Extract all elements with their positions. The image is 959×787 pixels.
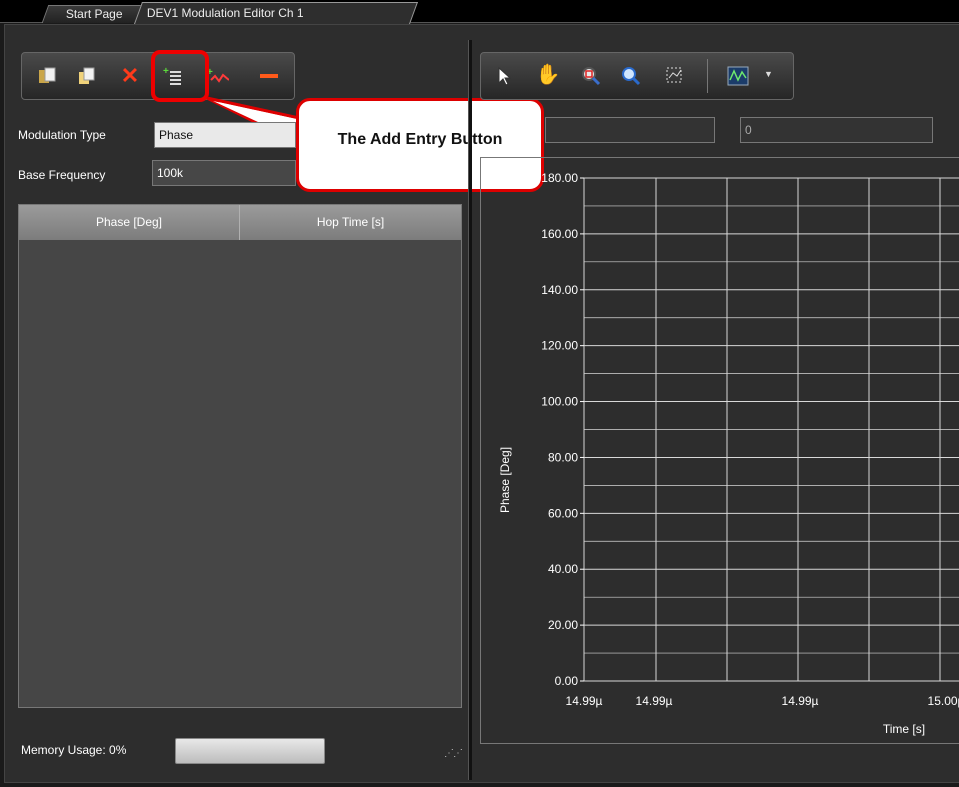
tab-modulation-editor[interactable]: DEV1 Modulation Editor Ch 1 [133,2,419,24]
chart-grid [583,177,959,682]
y-tick-label: 140.00 [541,283,578,297]
range-max-value: 0 [745,123,752,137]
callout-text: The Add Entry Button [337,131,503,148]
y-axis-ticks: 0.00 20.00 40.00 60.00 80.00 100.00 120.00 140.… [541,171,584,688]
x-tick-label: 14.99µ [566,694,603,708]
toolbar-separator [707,59,708,93]
dropdown-arrow-icon[interactable]: ▼ [764,69,773,79]
add-entry-highlight [151,50,209,102]
column-header-phase[interactable]: Phase [Deg] [19,205,240,240]
y-tick-label: 160.00 [541,227,578,241]
add-waveform-icon[interactable]: + [207,65,229,87]
modulation-type-value: Phase [159,128,194,142]
copy-icon[interactable] [76,65,98,87]
splitter[interactable] [468,40,472,780]
base-frequency-value: 100k [157,166,184,180]
x-tick-label: 14.99µ [782,694,819,708]
x-tick-label: 14.99µ [636,694,673,708]
y-tick-label: 0.00 [555,674,579,688]
modulation-type-select[interactable]: Phase [154,122,296,148]
chart-style-icon[interactable] [727,65,749,87]
y-tick-label: 80.00 [548,450,578,464]
remove-icon[interactable] [258,65,280,87]
y-tick-label: 100.00 [541,395,578,409]
zoom-box-icon[interactable] [580,65,602,87]
tab-start-page-label: Start Page [65,7,123,21]
tab-strip: Start Page DEV1 Modulation Editor Ch 1 [0,0,959,24]
range-max-field[interactable]: 0 [740,117,933,143]
base-frequency-field[interactable]: 100k [152,160,296,186]
tab-start-page[interactable]: Start Page [41,5,147,23]
y-tick-label: 120.00 [541,339,578,353]
y-tick-label: 40.00 [548,562,578,576]
memory-usage-label: Memory Usage: 0% [21,743,127,757]
paste-icon[interactable] [36,65,58,87]
x-axis-label: Time [s] [883,722,925,736]
chart-toolbar: ✋ ▼ [480,52,794,100]
zoom-icon[interactable] [620,65,642,87]
tab-modulation-editor-label: DEV1 Modulation Editor Ch 1 [146,6,304,20]
entries-table[interactable]: Phase [Deg] Hop Time [s] [18,204,462,708]
x-tick-label: 15.00µ [928,694,959,708]
table-header: Phase [Deg] Hop Time [s] [19,205,461,240]
pan-hand-icon[interactable]: ✋ [536,63,561,86]
y-axis-label: Phase [Deg] [498,447,512,513]
range-min-field[interactable] [545,117,715,143]
phase-chart[interactable]: 0.00 20.00 40.00 60.00 80.00 100.00 120.00 140.… [480,160,959,740]
base-frequency-label: Base Frequency [18,168,106,182]
y-tick-label: 60.00 [548,506,578,520]
x-axis-ticks: 14.99µ 14.99µ 14.99µ 15.00µ [566,694,959,708]
column-header-hop-time[interactable]: Hop Time [s] [240,205,461,240]
zoom-extents-icon[interactable] [664,65,686,87]
resize-grip-icon[interactable]: ⋰⋰ [444,748,463,759]
y-tick-label: 20.00 [548,618,578,632]
modulation-type-label: Modulation Type [18,128,106,142]
memory-usage-bar [175,738,325,764]
y-tick-label: 180.00 [541,171,578,185]
delete-icon[interactable]: ✕ [119,63,141,88]
pointer-icon[interactable] [493,65,515,87]
